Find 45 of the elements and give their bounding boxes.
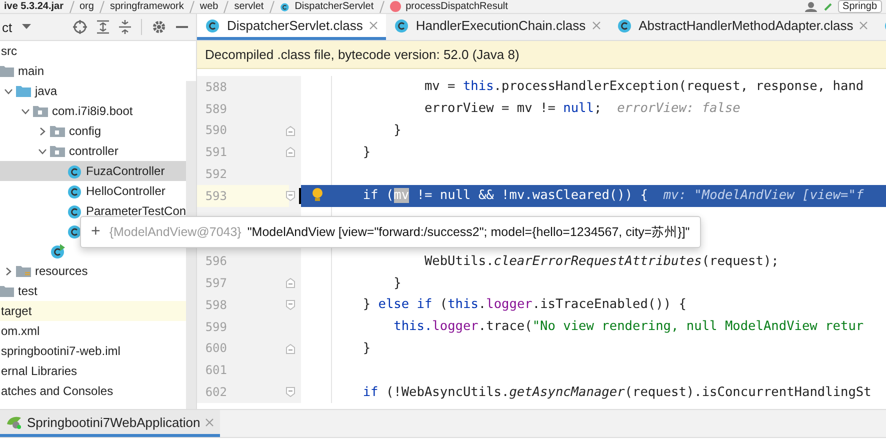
code-line: } else if (this.logger.isTraceEnabled()) {: [362, 297, 686, 312]
tree-label: java: [35, 84, 58, 98]
tree-label: src: [1, 44, 17, 58]
tree-label: target: [1, 304, 32, 318]
object-id: {ModelAndView@7043}: [109, 225, 242, 239]
line-number: 600: [204, 341, 227, 356]
inline-value-hint: mv: "ModelAndView [view="f: [663, 188, 864, 204]
line-number: 602: [204, 385, 227, 400]
code-line: }: [394, 122, 402, 138]
tree-label: com.i7i8i9.boot: [52, 104, 133, 118]
line-number: 599: [204, 320, 227, 334]
code-line: mv = this.processHandlerException(request, response, hand: [424, 79, 864, 94]
tree-label: FuzaController: [86, 164, 165, 178]
code-line: }: [362, 144, 371, 160]
tree-label: main: [18, 64, 44, 78]
tree-label: springbootini7-web.iml: [1, 344, 120, 358]
line-number: 588: [204, 80, 227, 94]
code-line: this.logger.trace("No view rendering, null ModelAndView retur: [394, 319, 864, 334]
decompiled-notice: Decompiled .class file, bytecode version: 52.0 (Java 8): [197, 41, 886, 69]
inline-value-hint: errorView: false: [617, 101, 740, 116]
line-number: 596: [204, 254, 227, 268]
line-number: 589: [204, 102, 227, 116]
tree-label: HelloController: [86, 184, 166, 198]
line-number: 593: [204, 188, 227, 203]
line-number: 591: [204, 145, 227, 160]
tree-label: ernal Libraries: [1, 364, 78, 378]
line-number: 601: [204, 363, 227, 378]
tree-label: ParameterTestCon: [86, 204, 186, 218]
tree-label: atches and Consoles: [1, 384, 114, 398]
tree-label: config: [69, 124, 102, 138]
code-line: }: [362, 340, 371, 356]
tree-label: resources: [35, 264, 88, 278]
object-value: "ModelAndView [view="forward:/success2"; model={hello=1234567, city=苏州}]": [247, 224, 690, 240]
code-line: }: [394, 276, 402, 291]
line-number: 598: [204, 298, 227, 312]
line-number: 590: [204, 123, 227, 138]
code-line: WebUtils.clearErrorRequestAttributes(request);: [424, 254, 779, 269]
line-number: 592: [204, 167, 227, 182]
line-number: 597: [204, 276, 227, 290]
code-line: errorView = mv != null;: [424, 101, 602, 116]
tree-label: om.xml: [1, 324, 40, 338]
code-line: if (!WebAsyncUtils.getAsyncManager(request).isConcurrentHandlingSt: [362, 384, 872, 400]
code-line: if (mv != null && !mv.wasCleared()) {: [362, 188, 648, 204]
tree-label: controller: [69, 144, 118, 158]
tree-label: test: [18, 284, 38, 298]
